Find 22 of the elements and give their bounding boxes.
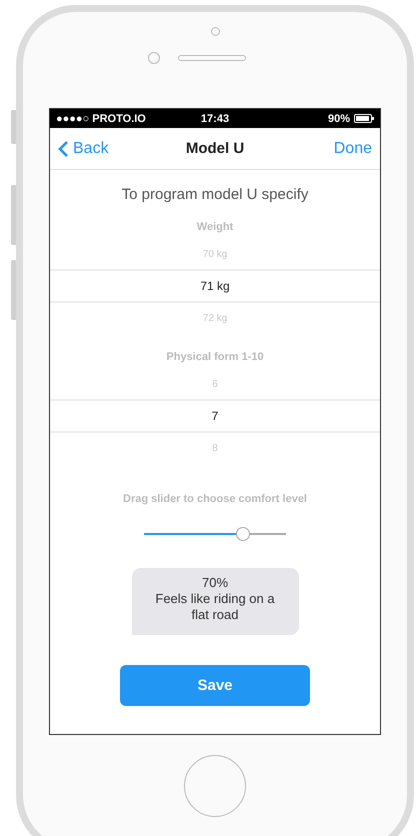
save-button[interactable]: Save xyxy=(120,665,310,706)
status-time: 17:43 xyxy=(200,112,230,124)
camera-icon xyxy=(210,27,220,36)
chevron-left-icon xyxy=(58,140,69,158)
sensor-icon xyxy=(148,52,160,64)
picker-option[interactable]: 71 kg xyxy=(50,269,380,303)
intro-text: To program model U specify xyxy=(120,186,310,203)
bubble-text: Feels like riding on a flat road xyxy=(154,591,276,623)
battery-text: 90% xyxy=(328,112,350,124)
speaker-icon xyxy=(178,55,246,61)
back-button[interactable]: Back xyxy=(58,140,109,158)
slider-label: Drag slider to choose comfort level xyxy=(122,493,308,505)
carrier-text: ●●●●○ PROTO.IO xyxy=(56,112,147,124)
bubble-reading: 70% xyxy=(202,575,228,591)
picker-option[interactable]: 7 xyxy=(50,399,380,433)
slider-thumb[interactable] xyxy=(236,527,250,541)
picker-label: Physical form 1-10 xyxy=(165,351,265,363)
done-button[interactable]: Done xyxy=(334,140,372,158)
battery-icon xyxy=(354,114,374,123)
home-button[interactable] xyxy=(184,755,246,817)
screen-title: Model U xyxy=(186,140,244,157)
picker-label: Weight xyxy=(196,221,234,233)
